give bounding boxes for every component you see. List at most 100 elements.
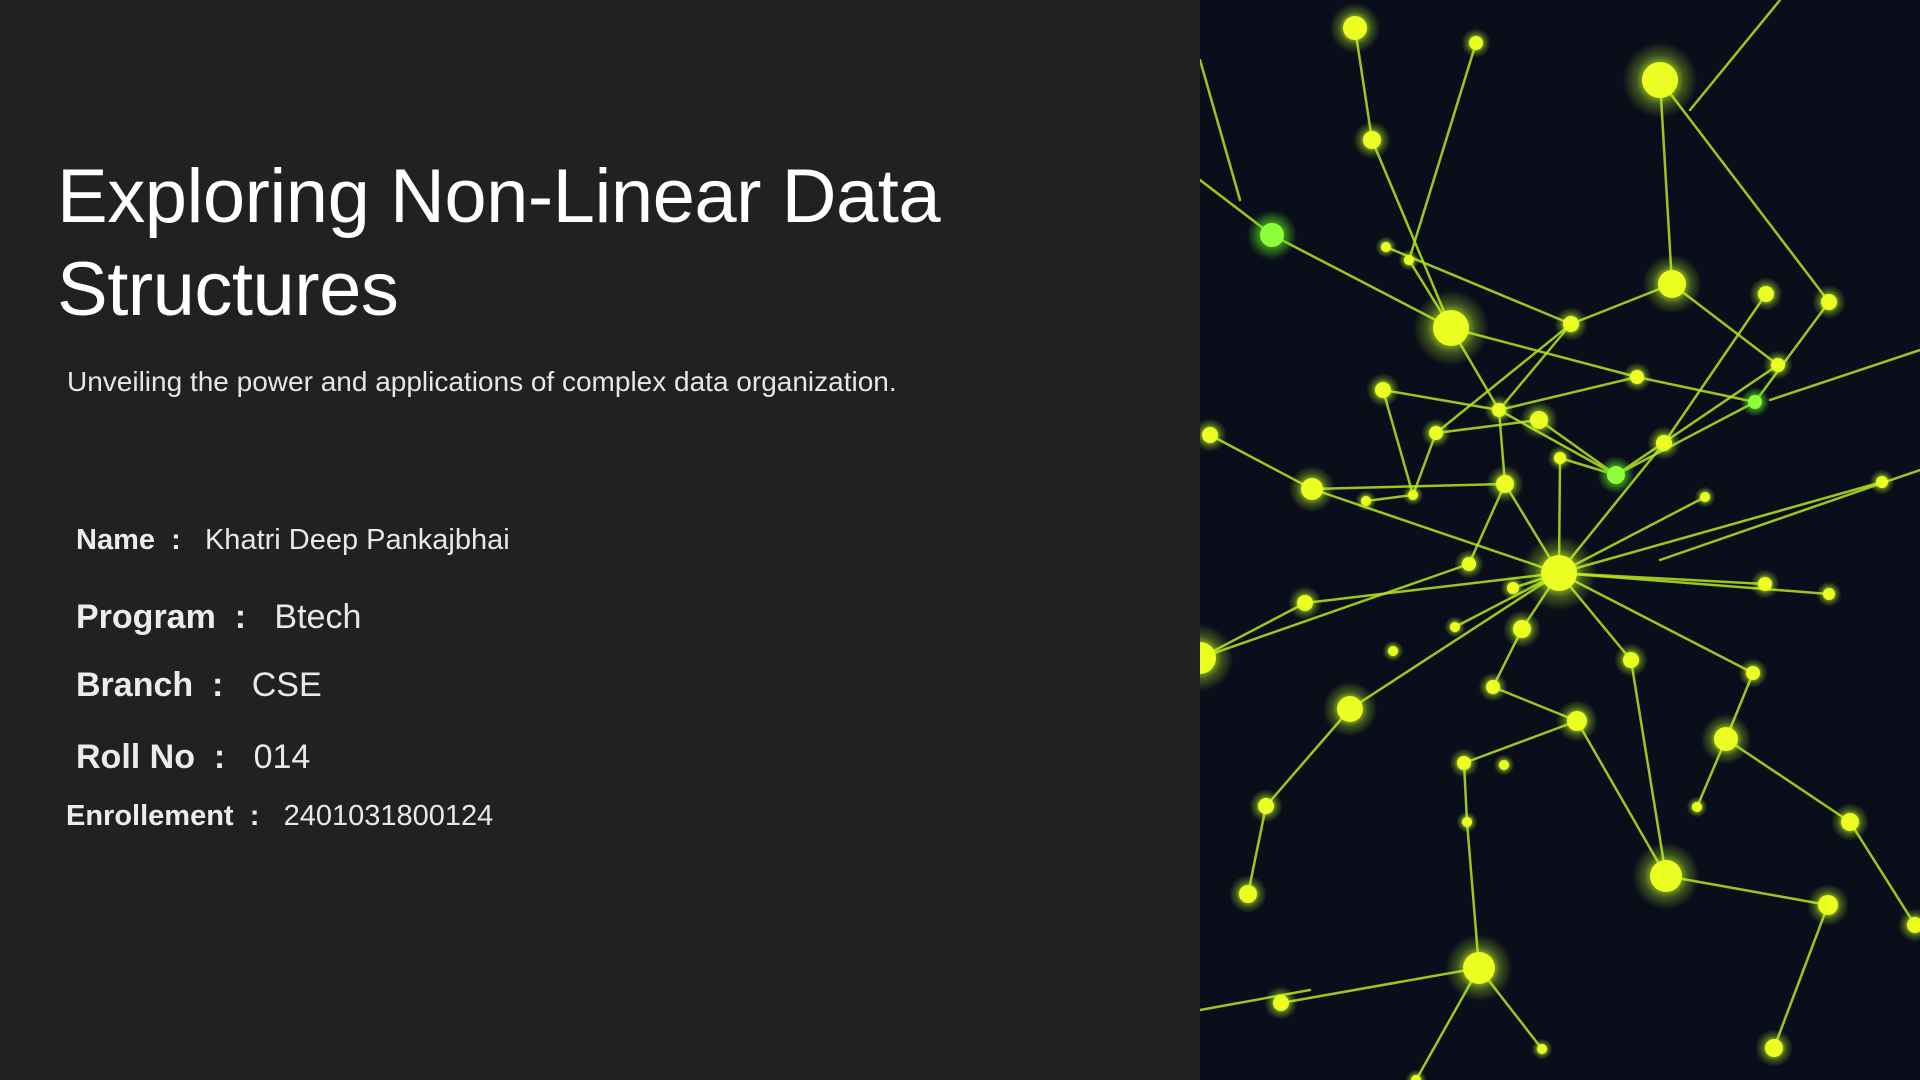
graph-node — [1461, 28, 1491, 58]
enrollment-value: 2401031800124 — [283, 800, 494, 832]
graph-edge — [1381, 388, 1501, 412]
graph-node — [1547, 445, 1573, 471]
graph-node — [1478, 672, 1508, 702]
graph-edge — [1557, 571, 1831, 596]
branch-value: CSE — [251, 666, 322, 704]
graph-node — [1520, 401, 1558, 439]
graph-edge — [1497, 375, 1639, 412]
program-row: Program : Btech — [76, 598, 361, 637]
program-separator: : — [225, 598, 265, 636]
graph-node — [1353, 121, 1391, 159]
student-name-row: Name : Khatri Deep Pankajbhai — [76, 524, 510, 557]
graph-node — [1288, 586, 1322, 620]
graph-edge — [1407, 41, 1478, 262]
graph-node — [1694, 486, 1716, 508]
enrollment-row: Enrollement : 2401031800124 — [66, 800, 493, 833]
enrollment-separator: : — [241, 800, 276, 832]
graph-node — [1405, 1069, 1427, 1080]
graph-node — [1322, 681, 1378, 737]
graph-node — [1200, 624, 1234, 692]
network-graph-image — [1200, 0, 1920, 1080]
graph-node — [1521, 535, 1597, 611]
branch-label: Branch — [76, 666, 194, 704]
graph-edge — [1557, 480, 1884, 575]
graph-node — [1413, 290, 1489, 366]
graph-node — [1816, 581, 1842, 607]
graph-edge — [1768, 348, 1920, 402]
graph-edge — [1310, 487, 1561, 575]
enrollment-label: Enrollement — [66, 800, 234, 832]
graph-node — [1366, 373, 1400, 407]
graph-node — [1554, 307, 1588, 341]
graph-edge — [1753, 300, 1831, 404]
graph-node — [1812, 285, 1846, 319]
graph-node — [1264, 986, 1298, 1020]
graph-node — [1398, 249, 1420, 271]
branch-separator: : — [202, 666, 243, 704]
graph-node — [1484, 395, 1514, 425]
graph-node — [1486, 465, 1524, 503]
graph-node — [1500, 575, 1526, 601]
graph-edge — [1772, 903, 1830, 1050]
graph-node — [1622, 362, 1652, 392]
branch-row: Branch : CSE — [76, 666, 322, 705]
graph-node — [1807, 884, 1849, 926]
graph-node — [1229, 875, 1267, 913]
roll-no-row: Roll No : 014 — [76, 738, 310, 777]
graph-node — [1449, 748, 1479, 778]
glowing-network-graph-image — [1200, 0, 1920, 1080]
graph-node — [1614, 643, 1648, 677]
program-label: Program — [76, 598, 216, 636]
graph-node — [1740, 387, 1770, 417]
graph-node — [1749, 277, 1783, 311]
graph-edge — [1200, 58, 1242, 202]
graph-node — [1456, 811, 1478, 833]
graph-node — [1755, 1029, 1793, 1067]
slide-title: Exploring Non-Linear Data Structures — [57, 154, 941, 332]
graph-node — [1738, 658, 1768, 688]
graph-node — [1329, 2, 1381, 54]
graph-node — [1249, 789, 1283, 823]
graph-node — [1355, 490, 1377, 512]
graph-node — [1375, 236, 1397, 258]
roll-no-label: Roll No — [76, 738, 195, 776]
graph-node — [1642, 254, 1702, 314]
text-panel: Exploring Non-Linear Data Structures Unv… — [0, 0, 1200, 1080]
graph-node — [1556, 700, 1598, 742]
graph-edge — [1688, 0, 1782, 112]
roll-no-value: 014 — [253, 738, 311, 776]
program-value: Btech — [274, 598, 362, 636]
graph-nodes — [1200, 2, 1920, 1080]
graph-node — [1288, 465, 1336, 513]
graph-node — [1763, 350, 1793, 380]
graph-node — [1454, 549, 1484, 579]
graph-node — [1869, 469, 1895, 495]
graph-node — [1531, 1038, 1553, 1060]
graph-node — [1700, 713, 1752, 765]
graph-node — [1402, 484, 1424, 506]
graph-node — [1421, 418, 1451, 448]
graph-node — [1750, 569, 1780, 599]
graph-node — [1493, 754, 1515, 776]
slide-subtitle: Unveiling the power and applications of … — [67, 366, 897, 397]
graph-node — [1382, 640, 1404, 662]
graph-node — [1503, 610, 1541, 648]
graph-node — [1246, 209, 1298, 261]
graph-node — [1597, 456, 1635, 494]
graph-edge — [1497, 322, 1573, 412]
name-value: Khatri Deep Pankajbhai — [204, 524, 510, 556]
graph-node — [1445, 934, 1513, 1002]
name-label: Name — [76, 524, 155, 556]
graph-node — [1622, 42, 1698, 118]
graph-node — [1898, 908, 1920, 942]
graph-node — [1444, 616, 1466, 638]
graph-node — [1200, 418, 1227, 452]
graph-node — [1632, 842, 1700, 910]
graph-node — [1831, 803, 1869, 841]
roll-no-separator: : — [204, 738, 245, 776]
name-separator: : — [163, 524, 197, 556]
title-slide: Exploring Non-Linear Data Structures Unv… — [0, 0, 1920, 1080]
graph-node — [1686, 796, 1708, 818]
graph-node — [1647, 426, 1681, 460]
graph-edge — [1200, 562, 1471, 660]
